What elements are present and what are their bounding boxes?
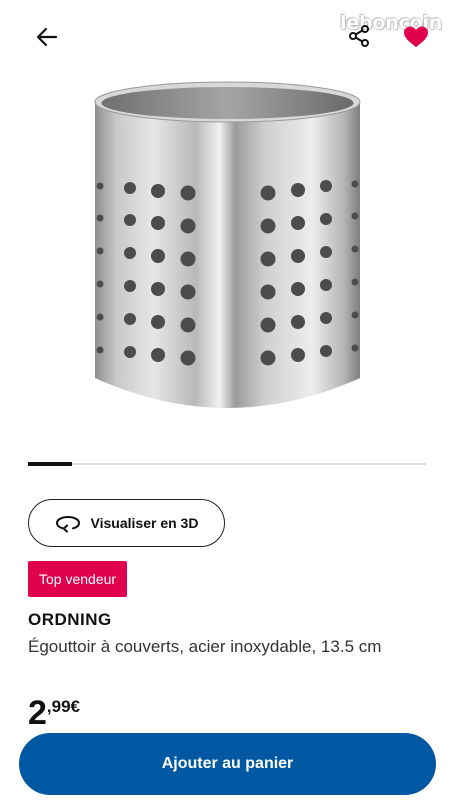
view-3d-button[interactable]: Visualiser en 3D <box>28 499 225 547</box>
top-seller-badge: Top vendeur <box>28 561 128 597</box>
heart-icon <box>403 25 429 54</box>
back-button[interactable] <box>30 22 64 56</box>
gallery-progress-indicator <box>28 462 72 466</box>
view-3d-label: Visualiser en 3D <box>90 515 199 531</box>
product-name: ORDNING <box>28 610 112 629</box>
product-image[interactable] <box>80 78 375 430</box>
arrow-left-icon <box>35 25 59 54</box>
product-price: 2 ,99€ <box>28 695 80 731</box>
gallery-progress-track <box>28 462 426 466</box>
add-to-cart-button[interactable]: Ajouter au panier <box>19 733 436 795</box>
share-icon <box>347 24 371 53</box>
top-bar: leboncoin <box>0 0 454 70</box>
share-button[interactable] <box>343 22 375 54</box>
price-integer: 2 <box>28 694 47 732</box>
favorite-button[interactable] <box>401 24 431 54</box>
price-decimal: ,99€ <box>46 697 81 716</box>
add-to-cart-label: Ajouter au panier <box>161 755 294 772</box>
rotate-3d-icon <box>55 513 81 533</box>
product-description: Égouttoir à couverts, acier inoxydable, … <box>28 637 382 656</box>
